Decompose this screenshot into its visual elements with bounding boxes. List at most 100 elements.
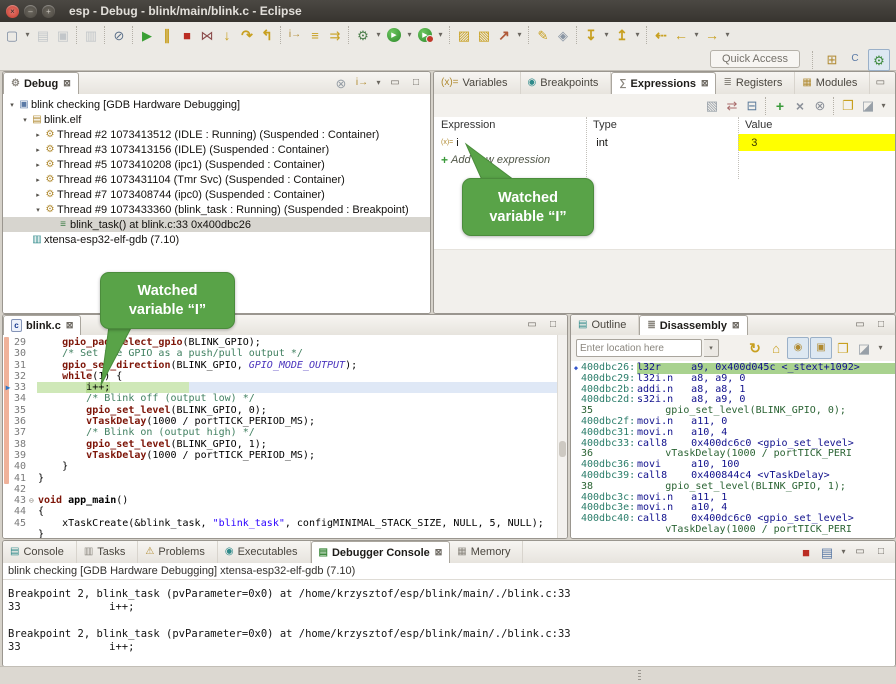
expand-toggle-icon[interactable]: ▸ (33, 161, 43, 169)
expand-toggle-icon[interactable]: ▸ (33, 146, 43, 154)
expand-toggle-icon[interactable]: ▾ (33, 206, 43, 214)
run-icon[interactable]: ▶ (384, 25, 404, 45)
new-wizard-icon[interactable]: ▢ (2, 25, 22, 45)
fold-marker-icon[interactable] (29, 506, 38, 517)
view-menu-icon[interactable]: ▾ (878, 96, 889, 116)
column-header-type[interactable]: Type (586, 117, 738, 134)
external-tools-dropdown-icon[interactable]: ▾ (435, 25, 446, 45)
sync-selection-icon[interactable]: ◉ (787, 337, 809, 359)
tab[interactable]: ≣ Registers (716, 72, 795, 94)
debug-tree-item[interactable]: ▾ ▣ blink checking [GDB Hardware Debuggi… (3, 97, 430, 112)
maximize-window-icon[interactable]: + (42, 5, 55, 18)
minimize-icon[interactable]: ▭ (850, 315, 870, 335)
debug-tree-item[interactable]: ▸ ⚙ Thread #6 1073431104 (Tmr Svc) (Susp… (3, 172, 430, 187)
debug-dropdown-icon[interactable]: ▾ (373, 25, 384, 45)
fold-marker-icon[interactable] (29, 529, 38, 538)
expand-toggle-icon[interactable]: ▸ (33, 191, 43, 199)
editor-code-line[interactable]: 30 /* Set the GPIO as a push/pull output… (3, 348, 567, 359)
maximize-icon[interactable]: □ (871, 315, 891, 335)
new-view-icon[interactable]: ❐ (838, 96, 858, 116)
remove-all-expressions-icon[interactable]: ⊗ (810, 96, 830, 116)
toolbar-icon[interactable] (646, 26, 648, 44)
fold-marker-icon[interactable] (29, 337, 38, 348)
flash-dropdown-icon[interactable]: ▾ (514, 25, 525, 45)
editor-code-line[interactable]: 44 { (3, 506, 567, 517)
fold-marker-icon[interactable] (29, 393, 38, 404)
terminate-icon[interactable]: ■ (177, 25, 197, 45)
open-console-icon[interactable]: ▤ (817, 542, 837, 562)
editor-code-line[interactable]: 29 gpio_pad_select_gpio(BLINK_GPIO); (3, 337, 567, 348)
expand-toggle-icon[interactable]: ▾ (7, 101, 17, 109)
new-view-icon[interactable]: ❐ (833, 338, 853, 358)
toolbar-icon[interactable] (528, 26, 530, 44)
disconnect-icon[interactable]: ⋈ (197, 25, 217, 45)
forward-icon[interactable]: → (702, 25, 722, 45)
terminate-icon[interactable]: ■ (796, 542, 816, 562)
mark-occurrences-icon[interactable]: ✎ (533, 25, 553, 45)
editor-code-line[interactable]: 43 ⊖ void app_main() (3, 495, 567, 506)
new-dropdown-icon[interactable]: ▾ (22, 25, 33, 45)
column-divider[interactable] (738, 117, 739, 179)
show-source-icon[interactable]: ▣ (810, 337, 832, 359)
toolbar-icon[interactable] (132, 26, 134, 44)
tab[interactable]: ▦ Modules (795, 72, 870, 94)
save-all-icon[interactable]: ▣ (53, 25, 73, 45)
editor-code-line[interactable]: 31 gpio_set_direction(BLINK_GPIO, GPIO_M… (3, 360, 567, 371)
editor-code-line[interactable]: 36 vTaskDelay(1000 / portTICK_PERIOD_MS)… (3, 416, 567, 427)
resume-icon[interactable]: ▶ (137, 25, 157, 45)
pin-view-icon[interactable]: ◪ (854, 338, 874, 358)
fold-marker-icon[interactable] (29, 484, 38, 495)
tab-close-icon[interactable]: ⊠ (66, 320, 74, 331)
maximize-icon[interactable]: □ (871, 542, 891, 562)
maximize-icon[interactable]: □ (891, 73, 896, 93)
save-icon[interactable]: ▤ (33, 25, 53, 45)
toolbar-icon[interactable] (449, 26, 451, 44)
toolbar-icon[interactable] (104, 26, 106, 44)
next-annotation-dropdown-icon[interactable]: ▾ (601, 25, 612, 45)
next-annotation-icon[interactable]: ↧ (581, 25, 601, 45)
fold-marker-icon[interactable]: ⊖ (29, 495, 38, 506)
fold-marker-icon[interactable] (29, 360, 38, 371)
tab[interactable]: ⚙ Debug ⊠ (3, 72, 79, 94)
expand-toggle-icon[interactable]: ▾ (20, 116, 30, 124)
disassembly-line[interactable]: 400dbc31: movi.n a10, 4 (571, 428, 895, 439)
debug-tree-item[interactable]: ▸ ⚙ Thread #3 1073413156 (IDLE) (Suspend… (3, 142, 430, 157)
back-dropdown-icon[interactable]: ▾ (691, 25, 702, 45)
editor-code-line[interactable]: 34 /* Blink off (output low) */ (3, 393, 567, 404)
editor-code-line[interactable]: 41 } (3, 473, 567, 484)
tab-close-icon[interactable]: ⊠ (435, 547, 443, 558)
debug-tree-item[interactable]: ▸ ⚙ Thread #5 1073410208 (ipc1) (Suspend… (3, 157, 430, 172)
status-bar-grip[interactable] (638, 670, 641, 682)
maximize-icon[interactable]: □ (406, 73, 426, 93)
fold-marker-icon[interactable] (29, 382, 38, 393)
cpp-perspective-icon[interactable]: C (845, 49, 865, 69)
tab[interactable]: c blink.c ⊠ (3, 315, 81, 335)
previous-annotation-icon[interactable]: ↥ (612, 25, 632, 45)
debug-view-filters-icon[interactable]: ≡ (305, 25, 325, 45)
toggle-mark-icon[interactable]: ◈ (553, 25, 573, 45)
debug-tree-item[interactable]: ▸ ⚙ Thread #2 1073413512 (IDLE : Running… (3, 127, 430, 142)
fold-marker-icon[interactable] (29, 473, 38, 484)
console-dropdown-icon[interactable]: ▾ (838, 542, 849, 562)
skip-all-breakpoints-icon[interactable]: ⊘ (109, 25, 129, 45)
disassembly-line[interactable]: vTaskDelay(1000 / portTICK_PERI (571, 525, 895, 536)
debug-tree-item[interactable]: ▾ ▤ blink.elf (3, 112, 430, 127)
fold-marker-icon[interactable] (29, 461, 38, 472)
instruction-stepping-icon[interactable]: i→ (285, 25, 305, 45)
home-icon[interactable]: ⌂ (766, 338, 786, 358)
view-menu-icon[interactable]: ▾ (875, 338, 886, 358)
step-into-icon[interactable]: ↓ (217, 25, 237, 45)
fold-marker-icon[interactable] (29, 427, 38, 438)
toolbar-icon[interactable] (576, 26, 578, 44)
pin-view-icon[interactable]: ◪ (858, 96, 878, 116)
print-icon[interactable]: ▥ (81, 25, 101, 45)
flash-tool-icon[interactable]: ↗ (494, 25, 514, 45)
fold-marker-icon[interactable] (29, 405, 38, 416)
show-logical-structure-icon[interactable]: ⇄ (722, 96, 742, 116)
tab[interactable]: ▤ Console (3, 541, 77, 563)
editor-code-line[interactable]: 39 vTaskDelay(1000 / portTICK_PERIOD_MS)… (3, 450, 567, 461)
tab[interactable]: ▥ Tasks (77, 541, 139, 563)
editor-scrollbar[interactable] (557, 335, 567, 538)
tab-close-icon[interactable]: ⊠ (63, 78, 71, 89)
debug-perspective-icon[interactable]: ⚙ (868, 49, 890, 71)
